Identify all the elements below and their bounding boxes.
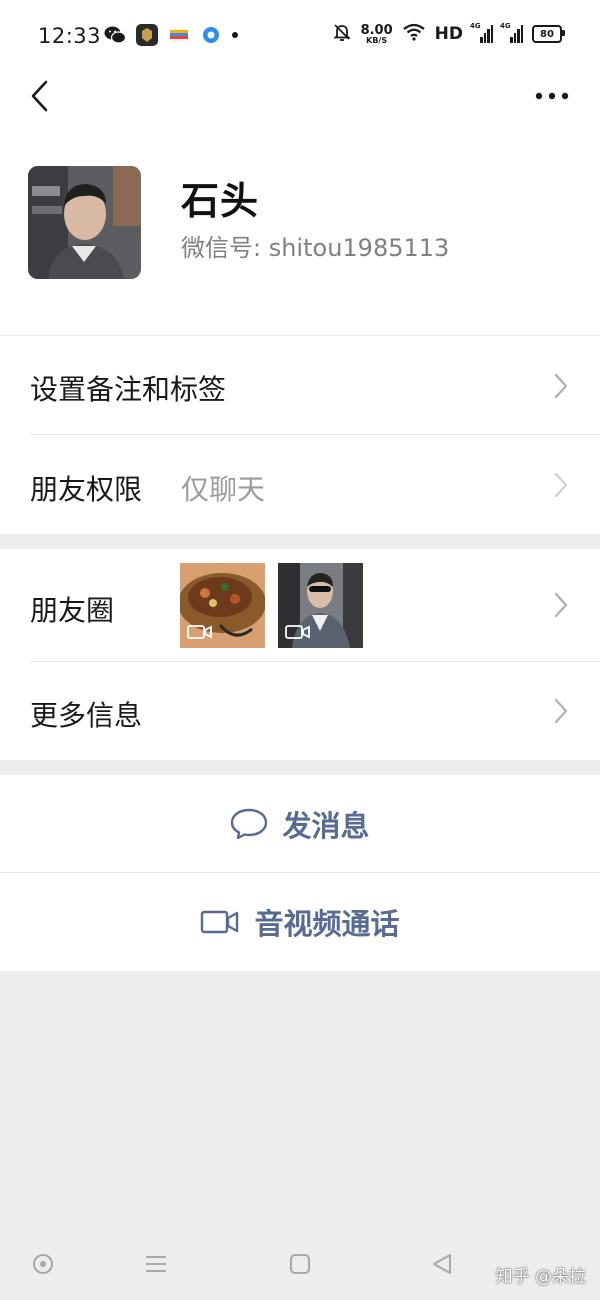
video-call-button[interactable]: 音视频通话 (0, 873, 600, 971)
video-camera-icon (201, 910, 239, 934)
sim2-label: 4G (500, 22, 511, 30)
more-info-row[interactable]: 更多信息 (0, 661, 600, 760)
status-bar: 12:33 8.00 KB/S HD 4G 4G 80 (0, 0, 600, 70)
chevron-left-icon (31, 80, 48, 112)
chevron-right-icon (554, 698, 568, 724)
browser-icon (200, 24, 222, 46)
menu-button[interactable] (138, 1248, 174, 1280)
status-app-icons (104, 24, 238, 46)
system-back-button[interactable] (424, 1248, 460, 1280)
sim1-label: 4G (470, 22, 481, 30)
status-system-icons: 8.00 KB/S HD 4G 4G 80 (332, 22, 565, 46)
wechat-id: 微信号: shitou1985113 (181, 234, 450, 262)
net-speed: 8.00 KB/S (361, 24, 393, 45)
chat-bubble-icon (231, 808, 268, 839)
back-button[interactable] (20, 76, 60, 116)
more-info-label: 更多信息 (30, 699, 143, 732)
info-group: 朋友圈 更多信息 (0, 549, 600, 760)
friend-permission-value: 仅聊天 (181, 473, 266, 506)
avatar[interactable] (28, 166, 141, 279)
wallet-icon (168, 24, 190, 46)
moments-thumbnail-2[interactable] (278, 563, 363, 648)
friend-permission-label: 朋友权限 (30, 473, 143, 506)
signal-icon-2: 4G (500, 22, 523, 43)
status-time: 12:33 (38, 24, 102, 48)
bell-mute-icon (332, 22, 352, 46)
top-nav-bar (0, 70, 600, 122)
set-remark-label: 设置备注和标签 (30, 373, 227, 406)
moments-label: 朋友圈 (30, 594, 115, 627)
moments-row[interactable]: 朋友圈 (0, 549, 600, 661)
send-message-label: 发消息 (282, 808, 370, 843)
send-message-button[interactable]: 发消息 (0, 775, 600, 872)
video-call-label: 音视频通话 (254, 907, 400, 941)
video-icon (285, 625, 310, 639)
chevron-right-icon (554, 373, 568, 399)
battery-icon: 80 (532, 25, 565, 43)
target-circle-icon (33, 1254, 53, 1274)
wifi-icon (402, 23, 426, 45)
net-speed-value: 8.00 (360, 22, 393, 38)
profile-header: 石头 微信号: shitou1985113 (0, 122, 600, 335)
net-speed-unit: KB/S (366, 35, 388, 45)
more-dots-icon (535, 92, 569, 100)
wechat-icon (104, 24, 126, 46)
watermark: 知乎 @朵拉 (495, 1267, 586, 1287)
triangle-back-icon (433, 1254, 451, 1274)
square-icon (290, 1254, 310, 1274)
app-icon (136, 24, 158, 46)
battery-level: 80 (540, 28, 554, 40)
dot-icon (232, 32, 238, 38)
chevron-right-icon (554, 592, 568, 618)
contact-name: 石头 (181, 179, 260, 223)
chevron-right-icon (554, 472, 568, 498)
more-button[interactable] (528, 76, 576, 116)
set-remark-and-tags-row[interactable]: 设置备注和标签 (0, 336, 600, 435)
signal-icon: 4G (470, 22, 493, 43)
moments-thumbnail-1[interactable] (180, 563, 265, 648)
settings-group: 设置备注和标签 朋友权限 仅聊天 (0, 336, 600, 534)
menu-lines-icon (146, 1256, 166, 1272)
video-icon (187, 625, 212, 639)
home-button[interactable] (282, 1248, 318, 1280)
friend-permission-row[interactable]: 朋友权限 仅聊天 (0, 435, 600, 534)
hd-label: HD (434, 24, 463, 44)
assistant-button[interactable] (25, 1248, 61, 1280)
